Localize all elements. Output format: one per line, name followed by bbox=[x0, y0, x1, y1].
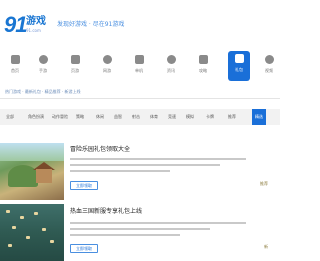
nav-label: 网游 bbox=[103, 68, 111, 73]
nav-item-home[interactable]: 首页 bbox=[4, 52, 26, 80]
item-title[interactable]: 热血三国新服专享礼包上线 bbox=[70, 206, 142, 215]
nav-label: 攻略 bbox=[199, 68, 207, 73]
tag-filter[interactable]: 模拟 bbox=[186, 109, 194, 125]
nav-label: 页游 bbox=[71, 68, 79, 73]
globe-icon bbox=[70, 55, 80, 64]
nav-item-online[interactable]: 网游 bbox=[96, 52, 118, 80]
tag-filter-active[interactable]: 精选 bbox=[252, 109, 266, 125]
tag-filter[interactable]: 体育 bbox=[150, 109, 158, 125]
play-icon bbox=[264, 55, 274, 64]
desc-line bbox=[70, 158, 246, 160]
nav-label: 视频 bbox=[265, 68, 273, 73]
divider bbox=[0, 98, 280, 99]
thumbnail-unit bbox=[34, 212, 38, 215]
thumbnail-unit bbox=[20, 216, 24, 219]
item-badge: 新 bbox=[264, 244, 268, 249]
slogan: 发现好游戏 · 尽在91游戏 bbox=[57, 21, 125, 28]
tag-filter[interactable]: 角色扮演 bbox=[28, 109, 44, 125]
nav-item-video[interactable]: 视频 bbox=[258, 52, 280, 80]
nav-item-news[interactable]: 资讯 bbox=[160, 52, 182, 80]
thumbnail-unit bbox=[6, 210, 10, 213]
news-icon bbox=[166, 55, 176, 64]
nav-item-guide[interactable]: 攻略 bbox=[192, 52, 214, 80]
list-item[interactable]: 热血三国新服专享礼包上线 立即领取 新 bbox=[0, 204, 280, 261]
desc-line bbox=[70, 234, 180, 236]
nav-label: 首页 bbox=[11, 68, 19, 73]
nav-label: 礼包 bbox=[235, 67, 243, 72]
thumbnail-unit bbox=[12, 226, 16, 229]
tag-filter[interactable]: 休闲 bbox=[96, 109, 104, 125]
desc-line bbox=[70, 228, 210, 230]
list-item[interactable]: 冒险乐园礼包领取大全 立即领取 推荐 bbox=[0, 143, 280, 203]
claim-button[interactable]: 立即领取 bbox=[70, 181, 98, 190]
thumbnail-unit bbox=[42, 228, 46, 231]
tag-filter[interactable]: 射击 bbox=[132, 109, 140, 125]
game-thumbnail[interactable] bbox=[0, 204, 64, 261]
header: 91 游戏 91.com 发现好游戏 · 尽在91游戏 bbox=[0, 0, 280, 44]
logo-domain: 91.com bbox=[26, 28, 41, 33]
game-thumbnail[interactable] bbox=[0, 143, 64, 200]
tag-filter[interactable]: 推荐 bbox=[228, 109, 236, 125]
tag-filter[interactable]: 竞速 bbox=[168, 109, 176, 125]
gamepad-icon bbox=[102, 55, 112, 64]
thumbnail-unit bbox=[26, 236, 30, 239]
tag-filter[interactable]: 策略 bbox=[76, 109, 84, 125]
book-icon bbox=[198, 55, 208, 64]
monitor-icon bbox=[134, 55, 144, 64]
thumbnail-sky bbox=[0, 143, 64, 161]
tag-filter[interactable]: 动作冒险 bbox=[52, 109, 68, 125]
item-title[interactable]: 冒险乐园礼包领取大全 bbox=[70, 144, 130, 153]
item-badge: 推荐 bbox=[260, 181, 268, 186]
tag-filter[interactable]: 全部 bbox=[6, 109, 14, 125]
desc-line bbox=[70, 164, 220, 166]
nav-label: 资讯 bbox=[167, 68, 175, 73]
desc-line bbox=[70, 170, 170, 172]
nav-label: 手游 bbox=[39, 68, 47, 73]
nav-item-mobile[interactable]: 手游 bbox=[32, 52, 54, 80]
nav-item-gift[interactable]: 礼包 bbox=[228, 51, 250, 81]
nav-label: 单机 bbox=[135, 68, 143, 73]
hot-keywords: 热门游戏 · 最新礼包 · 精品推荐 · 新游上线 bbox=[5, 89, 81, 94]
tag-filter-bar: 全部 角色扮演 动作冒险 策略 休闲 益智 射击 体育 竞速 模拟 卡牌 推荐 … bbox=[0, 109, 280, 125]
nav-item-single[interactable]: 单机 bbox=[128, 52, 150, 80]
home-icon bbox=[10, 55, 20, 64]
thumbnail-unit bbox=[8, 244, 12, 247]
thumbnail-house bbox=[36, 169, 52, 183]
category-nav: 首页 手游 页游 网游 单机 资讯 攻略 礼包 视频 bbox=[0, 48, 280, 81]
tag-filter[interactable]: 卡牌 bbox=[206, 109, 214, 125]
nav-item-web[interactable]: 页游 bbox=[64, 52, 86, 80]
site-logo[interactable]: 91 游戏 91.com bbox=[4, 14, 50, 40]
tag-filter[interactable]: 益智 bbox=[114, 109, 122, 125]
gift-icon bbox=[234, 54, 244, 63]
logo-number: 91 bbox=[4, 12, 28, 37]
logo-text: 游戏 bbox=[26, 16, 46, 27]
desc-line bbox=[70, 222, 246, 224]
phone-icon bbox=[38, 55, 48, 64]
thumbnail-unit bbox=[50, 240, 54, 243]
claim-button[interactable]: 立即领取 bbox=[70, 244, 98, 253]
